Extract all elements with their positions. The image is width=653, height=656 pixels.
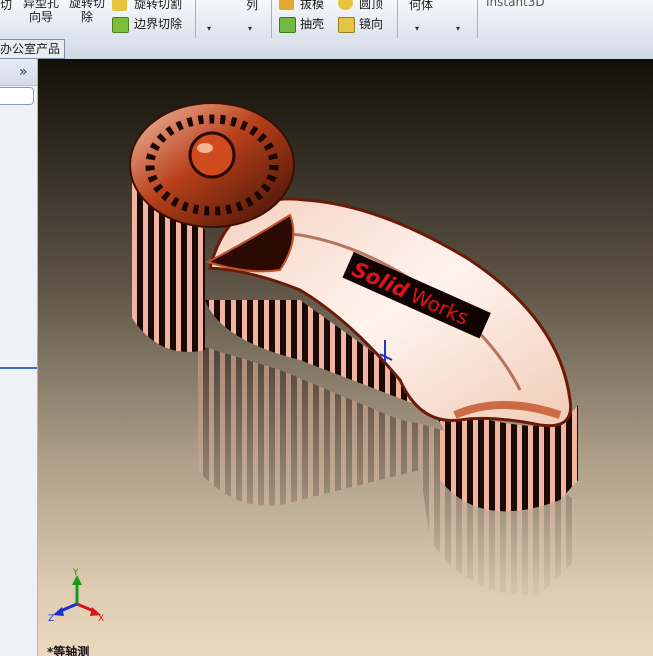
swept-cut-icon <box>112 0 127 11</box>
draft-icon <box>279 0 294 10</box>
revolve-cut-button[interactable]: 旋转切 除 <box>66 0 108 24</box>
command-manager-ribbon: 切 异型孔 向导 旋转切 除 旋转切割 边界切除 ▾ 列 ▾ 拔模 抽壳 圆顶 … <box>0 0 653 39</box>
panel-header: » <box>0 59 37 86</box>
model-render: Solid Works Y X Z <box>48 102 578 624</box>
graphics-viewport[interactable]: Solid Works Y X Z ⌕ ⌕ ↖ ▥ ◧ <box>38 59 653 656</box>
feature-manager-panel: » <box>0 59 38 656</box>
reference-triad: Y X Z <box>48 568 104 624</box>
ribbon-separator <box>397 0 398 38</box>
tab-office-products[interactable]: 办公室产品 <box>0 39 66 59</box>
cut-button[interactable]: 切 <box>0 0 12 12</box>
view-orientation-label: *等轴测 <box>47 645 90 656</box>
double-chevron-right-icon[interactable]: » <box>19 64 28 80</box>
pattern-button[interactable]: 列 <box>246 0 258 12</box>
panel-divider <box>0 367 37 369</box>
ribbon-separator <box>271 0 272 38</box>
mirror-icon <box>338 17 355 33</box>
triad-y-label: Y <box>72 568 79 578</box>
filter-field[interactable] <box>0 87 34 105</box>
ribbon-separator <box>477 0 478 38</box>
shell-icon <box>279 17 296 33</box>
swept-cut-button[interactable]: 旋转切割 <box>134 0 182 11</box>
boundary-cut-icon <box>112 17 129 33</box>
dome-button[interactable]: 圆顶 <box>359 0 383 11</box>
draft-button[interactable]: 拔模 <box>300 0 324 11</box>
reference-geometry-button[interactable]: 何体 <box>409 0 433 12</box>
shell-button[interactable]: 抽壳 <box>300 17 324 31</box>
dome-icon <box>338 0 353 10</box>
triad-x-label: X <box>98 614 104 624</box>
knob-center <box>188 131 236 179</box>
chevron-down-icon[interactable]: ▾ <box>248 25 252 33</box>
mirror-button[interactable]: 镜向 <box>359 17 383 31</box>
ribbon-separator <box>195 0 196 38</box>
chevron-down-icon[interactable]: ▾ <box>456 25 460 33</box>
boundary-cut-button[interactable]: 边界切除 <box>134 17 182 31</box>
chevron-down-icon[interactable]: ▾ <box>207 25 211 33</box>
instant3d-button[interactable]: Instant3D <box>486 0 545 9</box>
chevron-down-icon[interactable]: ▾ <box>415 25 419 33</box>
command-tab-strip: 办公室产品 <box>0 38 653 59</box>
hole-wizard-button[interactable]: 异型孔 向导 <box>20 0 62 24</box>
triad-z-label: Z <box>48 614 54 624</box>
